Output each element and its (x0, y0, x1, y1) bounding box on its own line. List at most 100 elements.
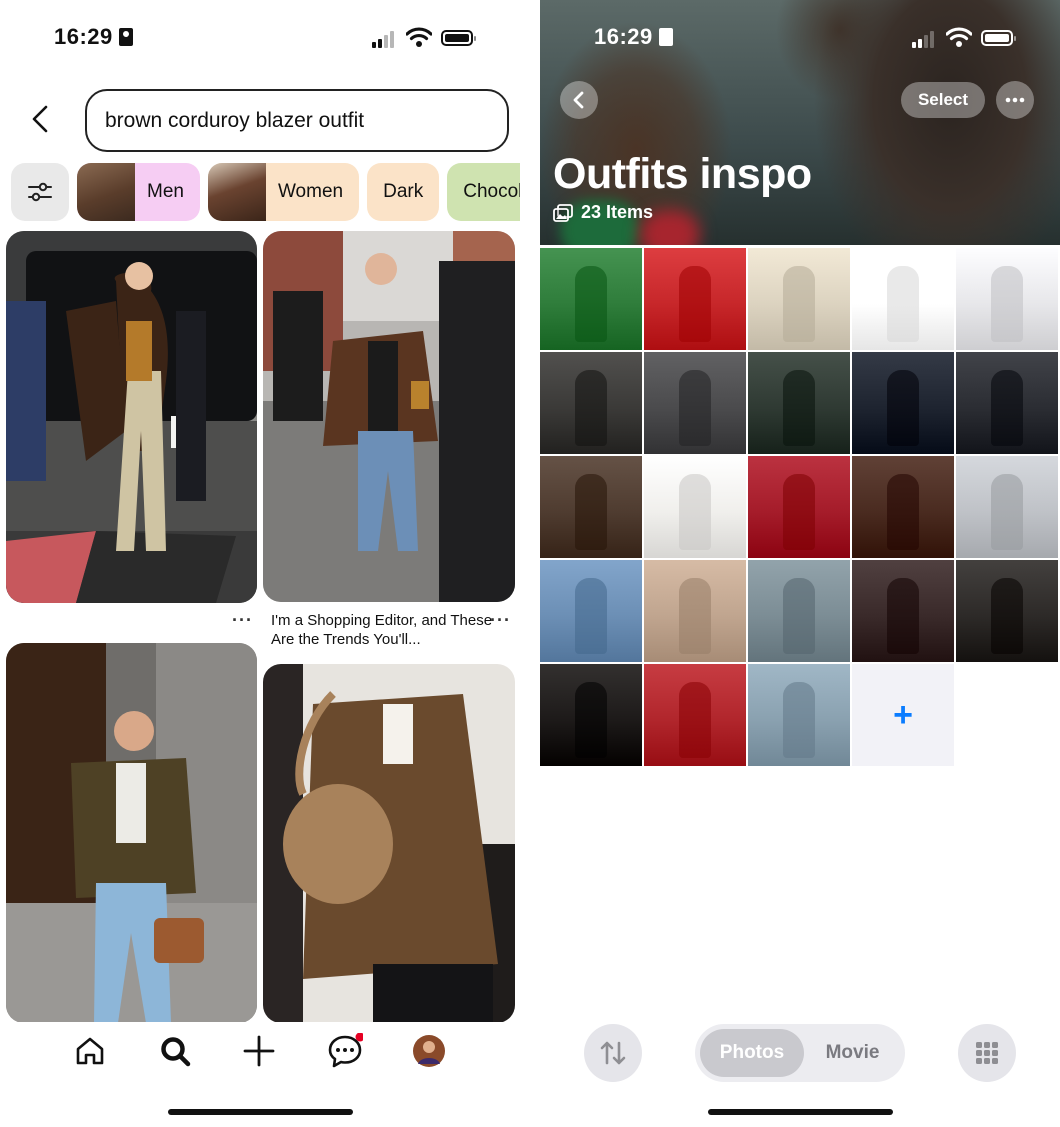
status-time: 16:29 (594, 24, 673, 50)
photo-figure (782, 370, 816, 446)
pin-more-button[interactable]: ··· (232, 610, 253, 631)
photo-thumbnail[interactable] (956, 352, 1058, 454)
photos-tab[interactable]: Photos (700, 1029, 804, 1077)
battery-icon (441, 30, 476, 46)
pin-photo (6, 643, 257, 1023)
chip-women[interactable]: Women (207, 163, 360, 221)
search-icon[interactable] (157, 1033, 193, 1069)
pin-image[interactable] (263, 231, 515, 602)
plus-icon[interactable] (241, 1033, 277, 1069)
cellular-signal-icon (372, 30, 394, 48)
chip-label: Men (147, 181, 184, 202)
wifi-icon (406, 27, 432, 47)
chip-women-thumbnail (207, 163, 266, 221)
battery-icon (981, 30, 1016, 46)
photo-figure (990, 474, 1024, 550)
photo-thumbnail[interactable] (540, 560, 642, 662)
photo-thumbnail[interactable] (748, 664, 850, 766)
photo-figure (678, 474, 712, 550)
movie-tab[interactable]: Movie (805, 1029, 900, 1077)
home-icon[interactable] (72, 1033, 108, 1069)
chevron-left-icon (573, 91, 584, 109)
photo-thumbnail[interactable] (852, 352, 954, 454)
chip-men-thumbnail (77, 163, 135, 221)
photo-thumbnail[interactable] (748, 456, 850, 558)
status-bar: 16:29 (0, 24, 530, 54)
album-title: Outfits inspo (553, 150, 812, 198)
photo-thumbnail[interactable] (644, 664, 746, 766)
ellipsis-icon (1005, 97, 1025, 103)
status-time: 16:29 (54, 24, 133, 50)
pin-image[interactable] (6, 643, 257, 1023)
photos-stack-icon (553, 203, 573, 222)
chip-dark[interactable]: Dark (367, 163, 440, 221)
photo-figure (574, 682, 608, 758)
photo-figure (886, 474, 920, 550)
pin-title[interactable]: I'm a Shopping Editor, and These Are the… (271, 611, 501, 649)
photo-figure (678, 682, 712, 758)
photo-figure (678, 370, 712, 446)
back-button[interactable] (560, 81, 598, 119)
photo-thumbnail[interactable] (644, 560, 746, 662)
grid-icon (976, 1042, 998, 1064)
photo-thumbnail[interactable] (644, 456, 746, 558)
photo-thumbnail[interactable] (852, 248, 954, 350)
profile-avatar[interactable] (411, 1033, 447, 1069)
photo-figure (574, 370, 608, 446)
photo-figure (990, 266, 1024, 342)
cellular-signal-icon (912, 30, 934, 48)
photo-thumbnail[interactable] (956, 560, 1058, 662)
photo-thumbnail[interactable] (540, 248, 642, 350)
status-bar: 16:29 (540, 24, 1060, 54)
home-indicator (708, 1109, 893, 1115)
photo-thumbnail[interactable] (748, 248, 850, 350)
sort-button[interactable] (584, 1024, 642, 1082)
photo-thumbnail[interactable] (644, 248, 746, 350)
photo-figure (782, 474, 816, 550)
album-count: 23 Items (553, 202, 653, 223)
add-photo-button[interactable]: + (852, 664, 954, 766)
photo-thumbnail[interactable] (748, 352, 850, 454)
photo-thumbnail[interactable] (956, 456, 1058, 558)
photo-figure (678, 578, 712, 654)
select-button[interactable]: Select (901, 82, 985, 118)
chip-label: Dark (383, 181, 424, 202)
photo-figure (574, 578, 608, 654)
chip-chocolate[interactable]: Chocola (447, 163, 520, 221)
photo-thumbnail[interactable] (748, 560, 850, 662)
more-button[interactable] (996, 81, 1034, 119)
pin-more-button[interactable]: ··· (490, 610, 511, 631)
filter-button[interactable] (11, 163, 69, 221)
photo-figure (886, 370, 920, 446)
photo-figure (886, 266, 920, 342)
grid-view-button[interactable] (958, 1024, 1016, 1082)
photo-thumbnail[interactable] (852, 560, 954, 662)
home-indicator (168, 1109, 353, 1115)
pin-photo (263, 664, 515, 1023)
chip-men[interactable]: Men (77, 163, 200, 221)
photo-figure (574, 474, 608, 550)
filter-chips: Men Women Dark Chocola (11, 163, 520, 221)
photo-figure (782, 682, 816, 758)
pinterest-screen: 16:29 Men Women (0, 0, 530, 1127)
photo-thumbnail[interactable] (644, 352, 746, 454)
pin-image[interactable] (6, 231, 257, 603)
photo-thumbnail[interactable] (956, 248, 1058, 350)
messages-icon[interactable] (327, 1033, 363, 1069)
pin-image[interactable] (263, 664, 515, 1023)
search-input[interactable] (85, 89, 509, 152)
photo-thumbnail[interactable] (852, 456, 954, 558)
id-card-icon (658, 28, 673, 46)
photo-figure (782, 266, 816, 342)
back-chevron-icon[interactable] (28, 104, 54, 134)
chip-label: Chocola (463, 181, 520, 202)
view-mode-toggle: Photos Movie (695, 1024, 905, 1082)
photo-thumbnail[interactable] (540, 352, 642, 454)
photo-thumbnail[interactable] (540, 456, 642, 558)
photos-album-screen: 16:29 Select Outfits inspo 23 Items + Ph… (540, 0, 1060, 1127)
pin-photo (6, 231, 257, 603)
wifi-icon (946, 27, 972, 47)
photo-thumbnail[interactable] (540, 664, 642, 766)
photo-grid: + (540, 248, 1060, 766)
photo-figure (990, 370, 1024, 446)
